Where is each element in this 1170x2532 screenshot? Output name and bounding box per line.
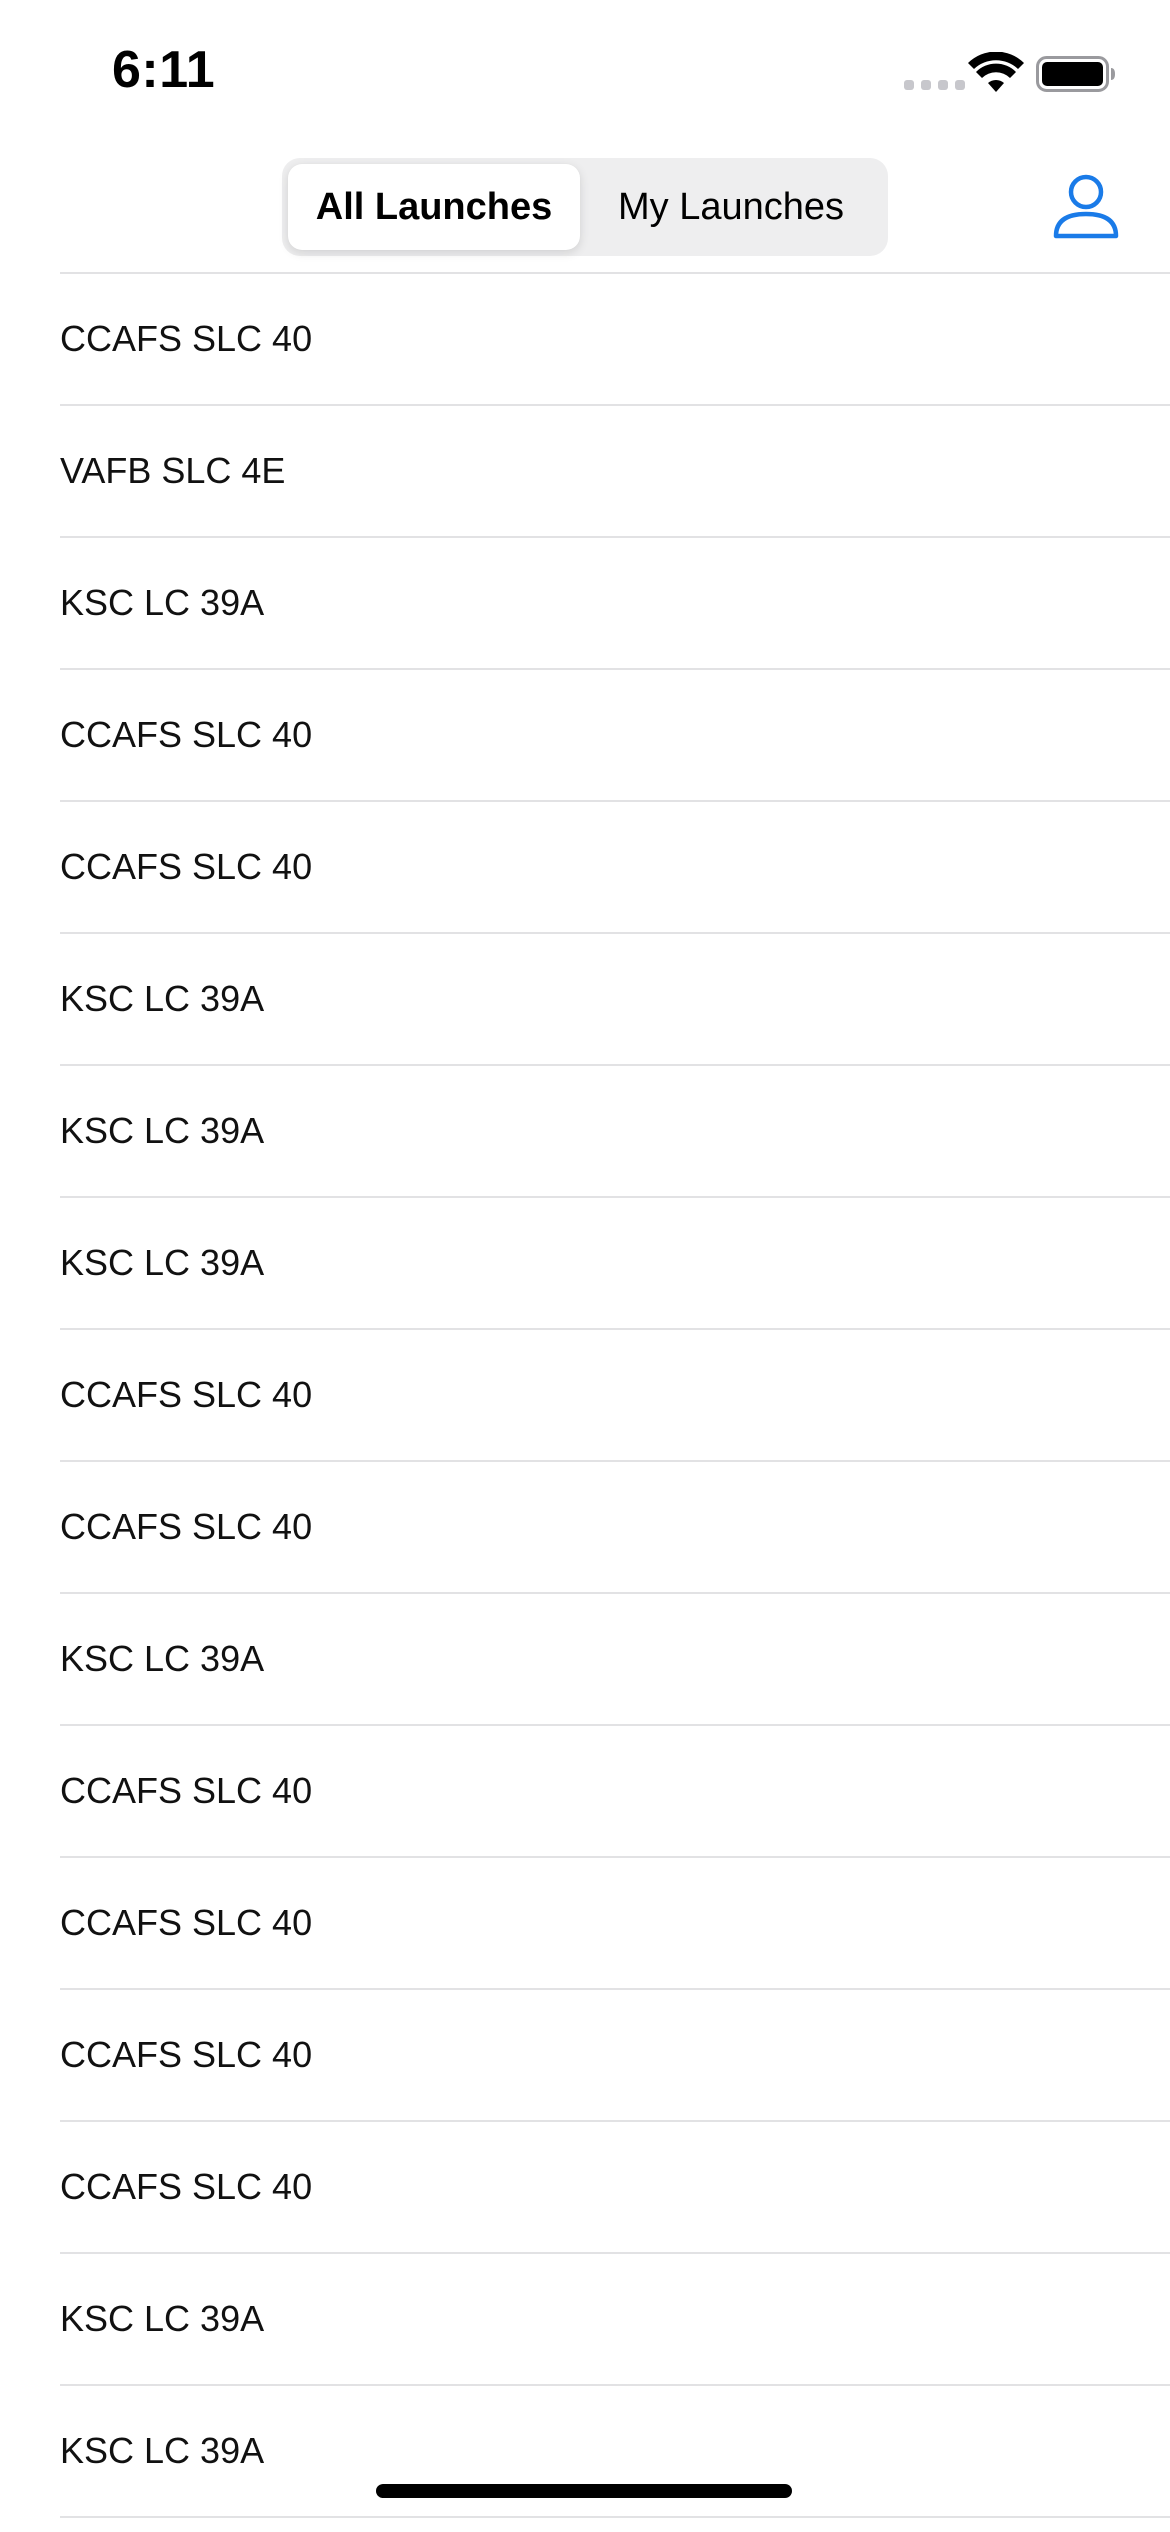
- list-item[interactable]: CCAFS SLC 40: [60, 274, 1170, 406]
- list-item[interactable]: CCAFS SLC 40: [60, 1726, 1170, 1858]
- status-time: 6:11: [112, 41, 216, 99]
- list-item[interactable]: KSC LC 39A: [60, 538, 1170, 670]
- status-bar: 6:11: [0, 0, 1170, 140]
- segment-my-launches[interactable]: My Launches: [580, 164, 882, 250]
- list-item[interactable]: CCAFS SLC 40: [60, 1462, 1170, 1594]
- launch-list: CCAFS SLC 40 VAFB SLC 4E KSC LC 39A CCAF…: [60, 272, 1170, 2518]
- battery-icon: [1036, 56, 1115, 92]
- launches-screen: 6:11 All Launches My Launches CCAFS SLC …: [0, 0, 1170, 2532]
- list-item[interactable]: CCAFS SLC 40: [60, 802, 1170, 934]
- list-item[interactable]: CCAFS SLC 40: [60, 2122, 1170, 2254]
- list-item[interactable]: CCAFS SLC 40: [60, 1990, 1170, 2122]
- list-item[interactable]: KSC LC 39A: [60, 934, 1170, 1066]
- navigation-bar: All Launches My Launches: [0, 140, 1170, 272]
- list-item[interactable]: CCAFS SLC 40: [60, 1858, 1170, 1990]
- person-icon[interactable]: [1050, 170, 1122, 242]
- wifi-icon: [968, 52, 1024, 92]
- segment-all-launches[interactable]: All Launches: [288, 164, 580, 250]
- list-item[interactable]: KSC LC 39A: [60, 1594, 1170, 1726]
- launch-filter-segmented-control: All Launches My Launches: [282, 158, 888, 256]
- list-item[interactable]: VAFB SLC 4E: [60, 406, 1170, 538]
- list-item[interactable]: KSC LC 39A: [60, 2386, 1170, 2518]
- home-indicator[interactable]: [376, 2484, 792, 2498]
- list-item[interactable]: KSC LC 39A: [60, 1198, 1170, 1330]
- list-item[interactable]: CCAFS SLC 40: [60, 1330, 1170, 1462]
- list-item[interactable]: KSC LC 39A: [60, 1066, 1170, 1198]
- cellular-signal-icon: [904, 80, 965, 90]
- list-item[interactable]: CCAFS SLC 40: [60, 670, 1170, 802]
- list-item[interactable]: KSC LC 39A: [60, 2254, 1170, 2386]
